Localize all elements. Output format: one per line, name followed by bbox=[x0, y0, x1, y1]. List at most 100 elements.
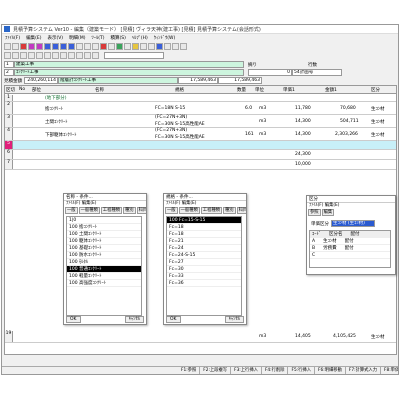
f5-key[interactable]: F5:行挿入 bbox=[288, 367, 316, 374]
cut-button[interactable] bbox=[100, 42, 107, 50]
help-button[interactable] bbox=[180, 42, 187, 50]
prev-button[interactable] bbox=[52, 42, 59, 50]
list-item[interactable]: 100 捨ｺﾝｸﾘｰﾄ bbox=[67, 224, 141, 231]
list-item[interactable]: 100 高強度ｺﾝｸﾘｰﾄ bbox=[67, 280, 141, 287]
table-row[interactable]: 19 m3 14,405 4,105,425 生ｺﾝ材 bbox=[5, 331, 396, 343]
f6-key[interactable]: F6:明細移動 bbox=[315, 367, 346, 374]
tool-j-button[interactable] bbox=[76, 51, 83, 59]
menu-detail[interactable]: 明細(M) bbox=[69, 35, 85, 41]
tool-l-button[interactable] bbox=[92, 51, 99, 59]
cancel-button[interactable]: ｷｬﾝｾﾙ bbox=[124, 316, 144, 323]
refresh-button[interactable] bbox=[156, 42, 163, 50]
table-row[interactable]: A 生ｺﾝ材 配付 bbox=[310, 238, 390, 245]
tool-h-button[interactable] bbox=[60, 51, 67, 59]
tsuki-value[interactable]: 0 bbox=[248, 69, 292, 76]
tab-reference[interactable]: 参照 bbox=[308, 209, 321, 216]
list-item[interactable]: Fc=30 bbox=[167, 266, 241, 273]
f7-key[interactable]: F7:計算式入力 bbox=[346, 367, 382, 374]
tab-general[interactable]: 一般 bbox=[165, 207, 178, 214]
tool-g-button[interactable] bbox=[52, 51, 59, 59]
table-row-selected[interactable]: 5 bbox=[5, 141, 396, 150]
header-name-2[interactable]: ｺﾝｸﾘｰﾄ工事 bbox=[14, 69, 244, 76]
tool-b-button[interactable] bbox=[12, 51, 19, 59]
list-item[interactable]: Fc=21 bbox=[167, 238, 241, 245]
table-row[interactable]: B 労務費 配付 bbox=[310, 245, 390, 252]
list-item-selected[interactable]: 100 普通ｺﾝｸﾘｰﾄ bbox=[67, 266, 141, 273]
tab-class[interactable]: 種別 bbox=[122, 207, 136, 214]
ok-button[interactable]: OK bbox=[66, 316, 81, 323]
list-item[interactable]: 100 ﾓﾙﾀﾙ bbox=[67, 259, 141, 266]
tab-edit[interactable]: 編集 bbox=[321, 209, 335, 216]
open-button[interactable] bbox=[12, 42, 19, 50]
tab-general-type[interactable]: 一般種類 bbox=[178, 207, 200, 214]
table-row[interactable]: 7 10,000 bbox=[5, 160, 396, 170]
menu-help[interactable]: ﾍﾙﾌﾟ(H) bbox=[132, 35, 148, 41]
tab-process[interactable]: 工程種類 bbox=[100, 207, 122, 214]
up-arrow-button[interactable] bbox=[28, 42, 35, 50]
list-item[interactable]: 100 軽量ｺﾝｸﾘｰﾄ bbox=[67, 273, 141, 280]
menu-estimate[interactable]: 積算(S) bbox=[110, 35, 125, 41]
tab-general[interactable]: 一般 bbox=[65, 207, 78, 214]
next-button[interactable] bbox=[60, 42, 67, 50]
tab-process[interactable]: 工程種類 bbox=[200, 207, 222, 214]
header-name-1[interactable]: 建築工事 bbox=[14, 61, 244, 68]
tool-e-button[interactable] bbox=[36, 51, 43, 59]
tab-subject[interactable]: 科目 bbox=[136, 207, 146, 214]
list-item[interactable]: Fc=27 bbox=[167, 259, 241, 266]
f3-key[interactable]: F3:上行挿入 bbox=[231, 367, 262, 374]
tab-general-type[interactable]: 一般種類 bbox=[78, 207, 100, 214]
gyosu-value[interactable]: 54計画号 bbox=[292, 69, 342, 76]
menu-tools[interactable]: ﾂｰﾙ(T) bbox=[91, 35, 104, 41]
list-item[interactable]: 100 躯体ｺﾝｸﾘｰﾄ bbox=[67, 238, 141, 245]
list-item[interactable]: 100 土間ｺﾝｸﾘｰﾄ bbox=[67, 231, 141, 238]
table-row[interactable]: 3 土間ｺﾝｸﾘｰﾄ (FC=27N+3N) FC=30N S-15高性能AE … bbox=[5, 115, 396, 128]
tool-d-button[interactable] bbox=[28, 51, 35, 59]
list-item[interactable]: Fc=36 bbox=[167, 280, 241, 287]
settings-button[interactable] bbox=[164, 42, 171, 50]
list-item[interactable]: Fc=18 bbox=[167, 224, 241, 231]
tool-i-button[interactable] bbox=[68, 51, 75, 59]
tab-class[interactable]: 種別 bbox=[222, 207, 236, 214]
sort-button[interactable] bbox=[140, 42, 147, 50]
list-item[interactable]: 100 防水ｺﾝｸﾘｰﾄ bbox=[67, 252, 141, 259]
stop-button[interactable] bbox=[20, 42, 27, 50]
category-field-input[interactable]: 生ｺﾝ材 (生ｺﾝ材) bbox=[331, 220, 375, 227]
f2-key[interactable]: F2:上段複写 bbox=[200, 367, 232, 374]
table-row[interactable]: 6 24,300 bbox=[5, 150, 396, 160]
insert-button[interactable] bbox=[76, 42, 83, 50]
last-button[interactable] bbox=[68, 42, 75, 50]
table-row[interactable]: 2 捨ｺﾝｸﾘｰﾄ FC=18N S-15 6.0 m3 11,780 70,6… bbox=[5, 102, 396, 115]
down-arrow-button[interactable] bbox=[36, 42, 43, 50]
list-item[interactable]: Fc=18 bbox=[167, 231, 241, 238]
tab-subject[interactable]: 科目 bbox=[236, 207, 246, 214]
list-item-selected[interactable]: 100 Fc=15-S-15 bbox=[167, 217, 241, 224]
calc-button[interactable] bbox=[116, 42, 123, 50]
menu-edit[interactable]: 編集(E) bbox=[26, 35, 41, 41]
filter-button[interactable] bbox=[148, 42, 155, 50]
new-button[interactable] bbox=[4, 42, 11, 50]
f8-key[interactable]: F8:単価複写 bbox=[381, 367, 398, 374]
list-item[interactable]: 1|0 bbox=[67, 217, 141, 224]
f4-key[interactable]: F4:行削除 bbox=[262, 367, 289, 374]
ok-button[interactable]: OK bbox=[166, 316, 181, 323]
zoom-button[interactable] bbox=[172, 42, 179, 50]
list-item[interactable]: Fc=24-S-15 bbox=[167, 252, 241, 259]
table-row[interactable]: 4 下部躯体ｺﾝｸﾘｰﾄ (FC=27N+3N) FC=30N S-15高性能A… bbox=[5, 128, 396, 141]
first-button[interactable] bbox=[44, 42, 51, 50]
copy-button[interactable] bbox=[92, 42, 99, 50]
search-button[interactable] bbox=[132, 42, 139, 50]
list-item[interactable]: Fc=24 bbox=[167, 245, 241, 252]
combo-box[interactable] bbox=[104, 51, 164, 59]
tool-a-button[interactable] bbox=[4, 51, 11, 59]
list-item[interactable]: Fc=33 bbox=[167, 273, 241, 280]
print-button[interactable] bbox=[124, 42, 131, 50]
f1-key[interactable]: F1:参照 bbox=[178, 367, 201, 374]
table-row[interactable]: 1 (地下部分) bbox=[5, 95, 396, 102]
delete-button[interactable] bbox=[84, 42, 91, 50]
cancel-button[interactable]: ｷｬﾝｾﾙ bbox=[224, 316, 244, 323]
tool-f-button[interactable] bbox=[44, 51, 51, 59]
tool-k-button[interactable] bbox=[84, 51, 91, 59]
paste-button[interactable] bbox=[108, 42, 115, 50]
list-item[interactable]: 100 基礎ｺﾝｸﾘｰﾄ bbox=[67, 245, 141, 252]
menu-file[interactable]: ﾌｧｲﾙ(F) bbox=[5, 35, 20, 41]
